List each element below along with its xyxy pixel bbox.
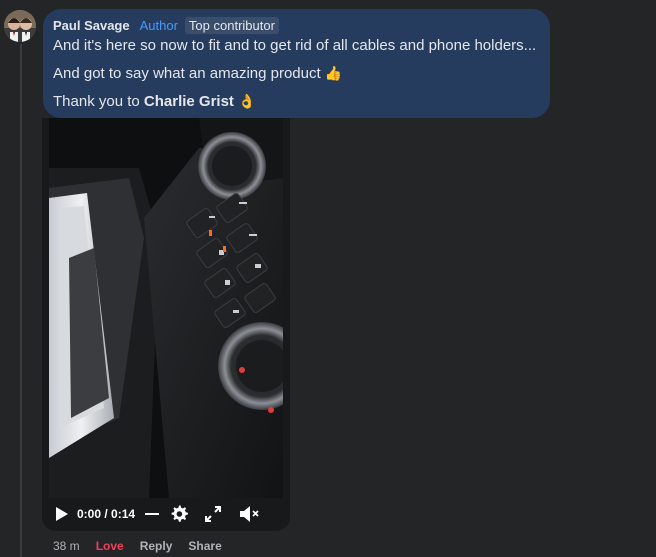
fullscreen-icon[interactable] (205, 505, 222, 522)
comment-header: Paul Savage Author Top contributor (53, 16, 540, 35)
timestamp[interactable]: 38 m (53, 539, 80, 553)
comment-text-line-2: And got to say what an amazing product 👍 (53, 64, 540, 83)
comment-text-line-3: Thank you to Charlie Grist 👌 (53, 92, 540, 111)
comment-text-line-1: And it's here so now to fit and to get r… (53, 37, 537, 54)
video-time: 0:00 / 0:14 (77, 506, 136, 521)
reply-button[interactable]: Reply (140, 539, 173, 553)
top-contributor-badge: Top contributor (184, 17, 279, 34)
author-badge: Author (139, 18, 178, 33)
video-controls: 0:00 / 0:14 (42, 496, 290, 531)
volume-muted-icon[interactable] (239, 505, 261, 523)
comment-bubble: Paul Savage Author Top contributor And i… (43, 9, 550, 118)
comment-text-line-2-text: And got to say what an amazing product (53, 65, 321, 82)
video-frame[interactable] (49, 118, 283, 498)
mention-link[interactable]: Charlie Grist (144, 93, 234, 110)
avatar-image (4, 10, 36, 42)
ok-hand-emoji-icon: 👌 (238, 93, 256, 109)
avatar[interactable] (4, 10, 36, 42)
comment-actions: 38 m Love Reply Share (53, 538, 222, 554)
video-player[interactable]: 0:00 / 0:14 (42, 118, 290, 531)
thread-connector-line (20, 44, 22, 557)
progress-bar[interactable] (145, 512, 160, 516)
comment-text-line-3-text: Thank you to (53, 93, 144, 110)
thumbs-up-emoji-icon: 👍 (324, 65, 343, 81)
love-reaction-button[interactable]: Love (96, 539, 124, 553)
author-name[interactable]: Paul Savage (53, 18, 130, 33)
play-icon[interactable] (55, 506, 69, 522)
video-still-image (49, 118, 283, 498)
share-button[interactable]: Share (188, 539, 221, 553)
gear-icon[interactable] (169, 504, 189, 524)
comment-thread: Paul Savage Author Top contributor And i… (0, 0, 656, 557)
